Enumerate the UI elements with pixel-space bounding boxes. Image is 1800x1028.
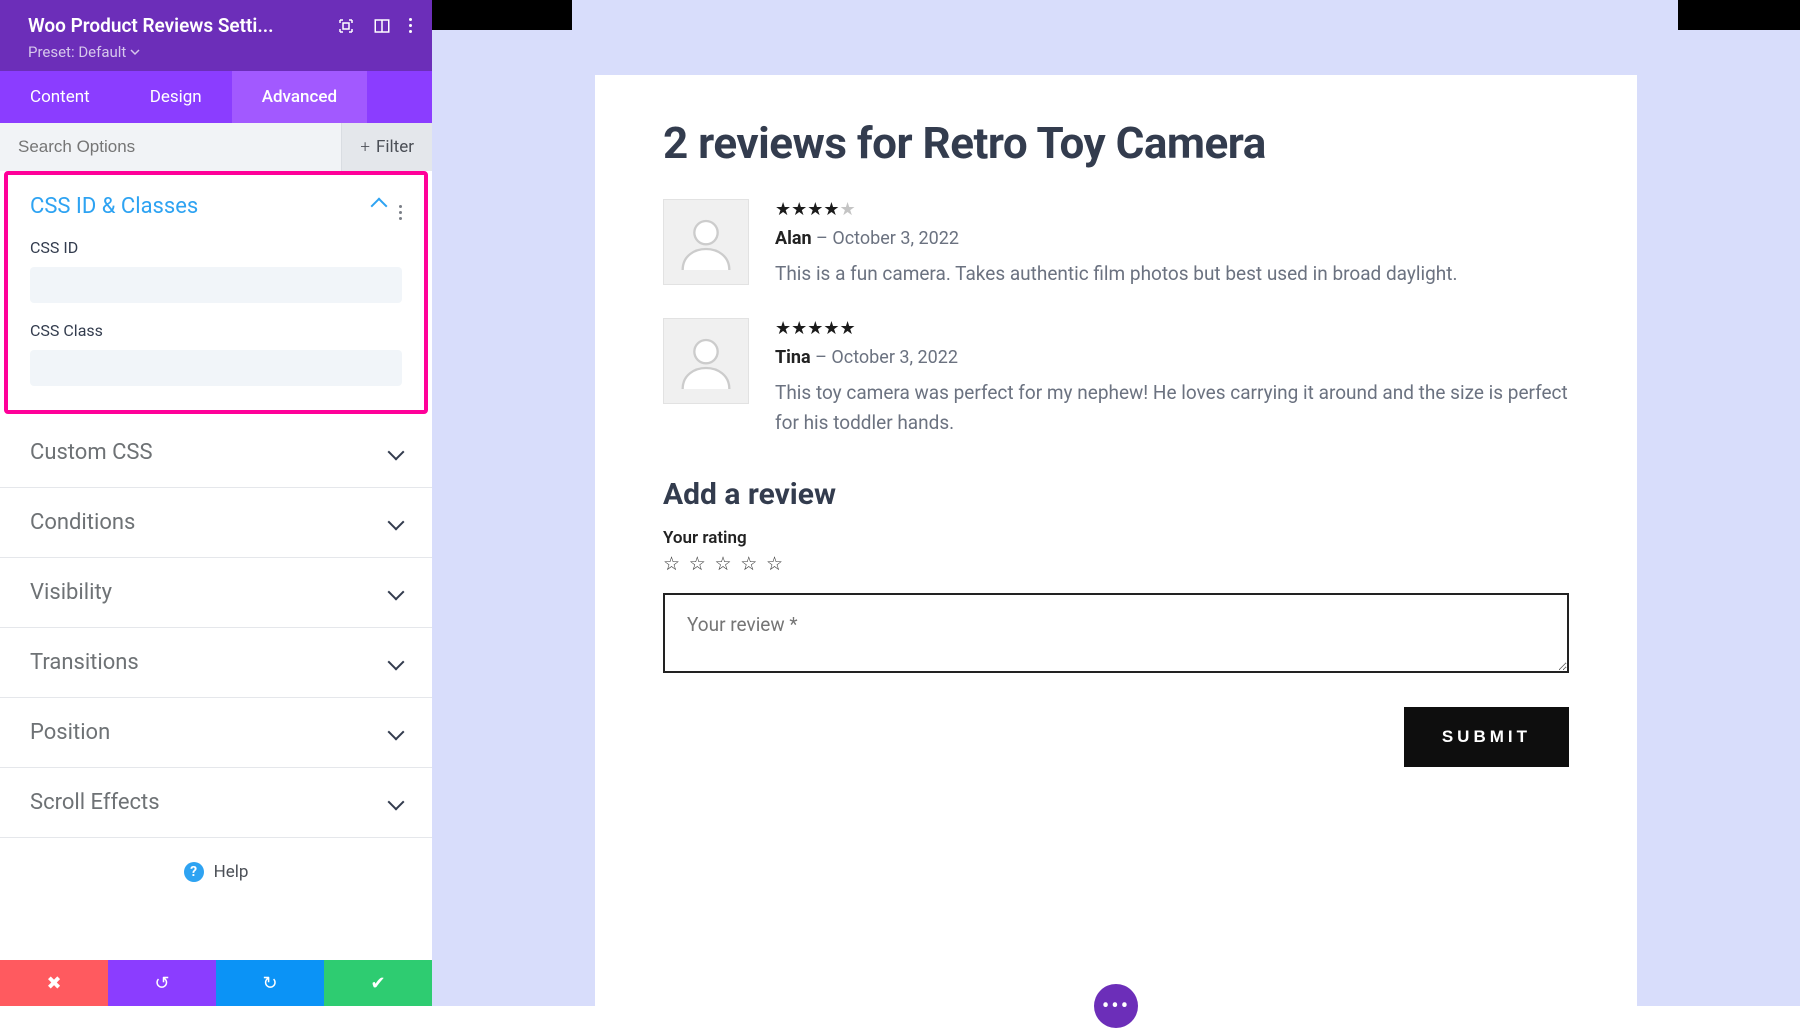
plus-icon: + [360,137,370,157]
css-id-label: CSS ID [30,238,402,257]
panel-label: Transitions [30,650,139,675]
more-icon[interactable] [409,18,412,33]
panel-transitions[interactable]: Transitions [0,628,432,698]
settings-sidebar: Woo Product Reviews Setti... Preset: Def… [0,0,432,1006]
css-id-input[interactable] [30,267,402,303]
reviews-heading: 2 reviews for Retro Toy Camera [663,117,1569,169]
panel-css-id-classes: CSS ID & Classes CSS ID CSS Class [4,171,428,414]
chevron-down-icon [390,583,402,602]
panel-scroll-effects[interactable]: Scroll Effects [0,768,432,838]
review-author: Tina [775,347,811,368]
review-text: This toy camera was perfect for my nephe… [775,378,1569,437]
avatar [663,199,749,285]
panel-position[interactable]: Position [0,698,432,768]
chevron-down-icon [390,443,402,462]
review-date: October 3, 2022 [832,228,959,249]
ellipsis-icon: ••• [1102,994,1130,1019]
module-fab[interactable]: ••• [1094,984,1138,1028]
canvas-topbar [432,0,1800,30]
chevron-down-icon [390,653,402,672]
css-class-label: CSS Class [30,321,402,340]
chevron-up-icon [373,197,385,216]
panel-title: CSS ID & Classes [30,194,198,219]
redo-button[interactable]: ↻ [216,960,324,1006]
help-link[interactable]: ? Help [0,838,432,906]
submit-button[interactable]: SUBMIT [1404,707,1569,767]
save-button[interactable]: ✔ [324,960,432,1006]
panels-container: CSS ID & Classes CSS ID CSS Class Custom… [0,171,432,1006]
panel-more-icon[interactable] [399,193,402,220]
canvas-topbar-left-overlay [432,0,572,30]
review-item: ★★★★★ Tina – October 3, 2022 This toy ca… [663,318,1569,437]
help-label: Help [214,862,249,882]
filter-button[interactable]: + Filter [341,123,432,171]
close-icon: ✖ [46,973,61,994]
panel-label: Position [30,720,110,745]
review-meta: Alan – October 3, 2022 [775,228,1569,249]
tab-content[interactable]: Content [0,71,120,123]
preset-label: Preset: Default [28,43,126,61]
reviews-module: 2 reviews for Retro Toy Camera ★★★★★ Ala… [595,75,1637,1006]
panel-label: Conditions [30,510,135,535]
review-date: October 3, 2022 [831,347,958,368]
star-rating: ★★★★★ [775,199,1569,220]
canvas-surface: 2 reviews for Retro Toy Camera ★★★★★ Ala… [432,30,1800,1006]
rating-input[interactable]: ☆ ☆ ☆ ☆ ☆ [663,552,1569,575]
tab-advanced[interactable]: Advanced [232,71,367,123]
panel-visibility[interactable]: Visibility [0,558,432,628]
redo-icon: ↻ [262,973,277,994]
review-meta: Tina – October 3, 2022 [775,347,1569,368]
canvas-topbar-right-overlay [1678,0,1800,30]
panel-label: Visibility [30,580,112,605]
panel-label: Scroll Effects [30,790,160,815]
discard-button[interactable]: ✖ [0,960,108,1006]
search-bar: + Filter [0,123,432,171]
module-title: Woo Product Reviews Setti... [28,14,274,37]
review-author: Alan [775,228,812,249]
chevron-down-icon [390,793,402,812]
add-review-heading: Add a review [663,477,1569,512]
review-item: ★★★★★ Alan – October 3, 2022 This is a f… [663,199,1569,288]
titlebar: Woo Product Reviews Setti... Preset: Def… [0,0,432,71]
avatar [663,318,749,404]
panel-header-css[interactable]: CSS ID & Classes [30,193,402,220]
tab-design[interactable]: Design [120,71,232,123]
chevron-down-icon [390,513,402,532]
expand-icon[interactable] [337,17,355,35]
columns-icon[interactable] [373,17,391,35]
chevron-down-icon [390,723,402,742]
css-class-input[interactable] [30,350,402,386]
your-rating-label: Your rating [663,528,1569,548]
review-textarea[interactable] [663,593,1569,673]
review-text: This is a fun camera. Takes authentic fi… [775,259,1569,288]
filter-label: Filter [376,137,414,157]
preset-dropdown[interactable]: Preset: Default [28,43,412,61]
panel-label: Custom CSS [30,440,153,465]
canvas: 2 reviews for Retro Toy Camera ★★★★★ Ala… [432,0,1800,1006]
panel-custom-css[interactable]: Custom CSS [0,418,432,488]
undo-button[interactable]: ↺ [108,960,216,1006]
panel-conditions[interactable]: Conditions [0,488,432,558]
footer-actions: ✖ ↺ ↻ ✔ [0,960,432,1006]
star-rating: ★★★★★ [775,318,1569,339]
settings-tabs: Content Design Advanced [0,71,432,123]
undo-icon: ↺ [154,973,169,994]
help-icon: ? [184,862,204,882]
check-icon: ✔ [370,973,385,994]
search-input[interactable] [0,137,341,157]
